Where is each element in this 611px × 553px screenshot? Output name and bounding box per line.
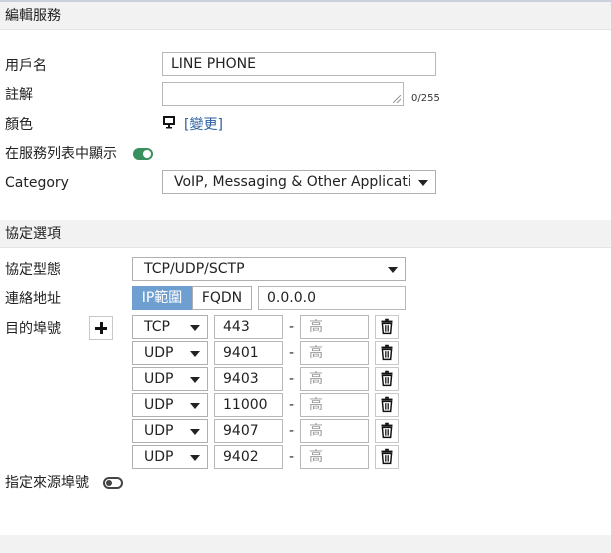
port-low-input[interactable]: 11000 [214, 393, 283, 417]
delete-port-button[interactable] [375, 367, 399, 391]
monitor-icon [163, 116, 175, 129]
chevron-down-icon [388, 267, 398, 273]
port-row: UDP 11000 - 高 [0, 393, 611, 417]
address-label: 連絡地址 [5, 291, 61, 307]
port-row: UDP 9402 - 高 [0, 445, 611, 469]
toggle-knob [143, 150, 151, 158]
page-title: 編輯服務 [5, 8, 61, 24]
protocol-type-value: TCP/UDP/SCTP [144, 261, 245, 277]
port-row: UDP 9403 - 高 [0, 367, 611, 391]
port-low-input[interactable]: 9407 [214, 419, 283, 443]
port-protocol-value: UDP [144, 449, 174, 465]
name-label: 用戶名 [5, 58, 47, 74]
protocol-section-title: 協定選項 [5, 226, 61, 242]
range-dash: - [289, 371, 295, 387]
trash-icon [381, 448, 393, 465]
chevron-down-icon [190, 325, 200, 331]
port-protocol-select[interactable]: UDP [132, 341, 208, 365]
port-protocol-value: TCP [144, 319, 170, 335]
port-low-input[interactable]: 443 [214, 315, 283, 339]
port-protocol-select[interactable]: UDP [132, 445, 208, 469]
comment-label: 註解 [5, 87, 33, 103]
trash-icon [381, 370, 393, 387]
port-row: UDP 9407 - 高 [0, 419, 611, 443]
range-dash: - [289, 345, 295, 361]
protocol-type-label: 協定型態 [5, 262, 61, 278]
port-protocol-select[interactable]: UDP [132, 367, 208, 391]
chevron-down-icon [190, 455, 200, 461]
trash-icon [381, 396, 393, 413]
range-dash: - [289, 449, 295, 465]
comment-textarea[interactable] [162, 82, 404, 106]
show-in-list-label: 在服務列表中顯示 [5, 146, 117, 162]
address-mode-ip-range[interactable]: IP範圍 [132, 286, 192, 310]
toggle-knob [106, 480, 112, 486]
port-protocol-value: UDP [144, 423, 174, 439]
delete-port-button[interactable] [375, 393, 399, 417]
delete-port-button[interactable] [375, 419, 399, 443]
port-high-input[interactable]: 高 [300, 419, 369, 443]
delete-port-button[interactable] [375, 315, 399, 339]
port-high-input[interactable]: 高 [300, 367, 369, 391]
color-change-link[interactable]: [變更] [184, 115, 223, 135]
trash-icon [381, 318, 393, 335]
name-input[interactable]: LINE PHONE [162, 52, 436, 76]
footer-bar [0, 535, 611, 553]
chevron-down-icon [190, 429, 200, 435]
delete-port-button[interactable] [375, 445, 399, 469]
port-low-input[interactable]: 9401 [214, 341, 283, 365]
protocol-section-header: 協定選項 [0, 220, 611, 248]
resize-grip-icon[interactable] [393, 95, 401, 103]
port-protocol-select[interactable]: TCP [132, 315, 208, 339]
chevron-down-icon [190, 403, 200, 409]
source-port-toggle[interactable] [103, 477, 123, 489]
port-row: TCP 443 - 高 [0, 315, 611, 339]
port-high-input[interactable]: 高 [300, 315, 369, 339]
port-protocol-value: UDP [144, 345, 174, 361]
color-label: 顏色 [5, 117, 33, 133]
category-select[interactable]: VoIP, Messaging & Other Applicatio [162, 170, 436, 194]
port-protocol-value: UDP [144, 371, 174, 387]
show-in-list-toggle[interactable] [133, 148, 153, 160]
range-dash: - [289, 397, 295, 413]
port-high-input[interactable]: 高 [300, 393, 369, 417]
address-mode-fqdn[interactable]: FQDN [192, 286, 252, 310]
protocol-type-select[interactable]: TCP/UDP/SCTP [132, 257, 406, 281]
page-title-bar: 編輯服務 [0, 2, 611, 30]
chevron-down-icon [418, 180, 428, 186]
trash-icon [381, 344, 393, 361]
delete-port-button[interactable] [375, 341, 399, 365]
address-input[interactable]: 0.0.0.0 [258, 286, 406, 310]
port-row: UDP 9401 - 高 [0, 341, 611, 365]
trash-icon [381, 422, 393, 439]
port-protocol-select[interactable]: UDP [132, 419, 208, 443]
category-label: Category [5, 175, 69, 191]
port-high-input[interactable]: 高 [300, 445, 369, 469]
range-dash: - [289, 423, 295, 439]
port-protocol-select[interactable]: UDP [132, 393, 208, 417]
port-protocol-value: UDP [144, 397, 174, 413]
port-low-input[interactable]: 9402 [214, 445, 283, 469]
comment-counter: 0/255 [411, 93, 440, 104]
edit-service-page: 編輯服務 用戶名 LINE PHONE 註解 0/255 顏色 [變更] 在服務… [0, 0, 611, 553]
port-low-input[interactable]: 9403 [214, 367, 283, 391]
range-dash: - [289, 319, 295, 335]
source-port-label: 指定來源埠號 [5, 475, 89, 491]
chevron-down-icon [190, 351, 200, 357]
chevron-down-icon [190, 377, 200, 383]
port-high-input[interactable]: 高 [300, 341, 369, 365]
category-value: VoIP, Messaging & Other Applicatio [174, 174, 410, 190]
